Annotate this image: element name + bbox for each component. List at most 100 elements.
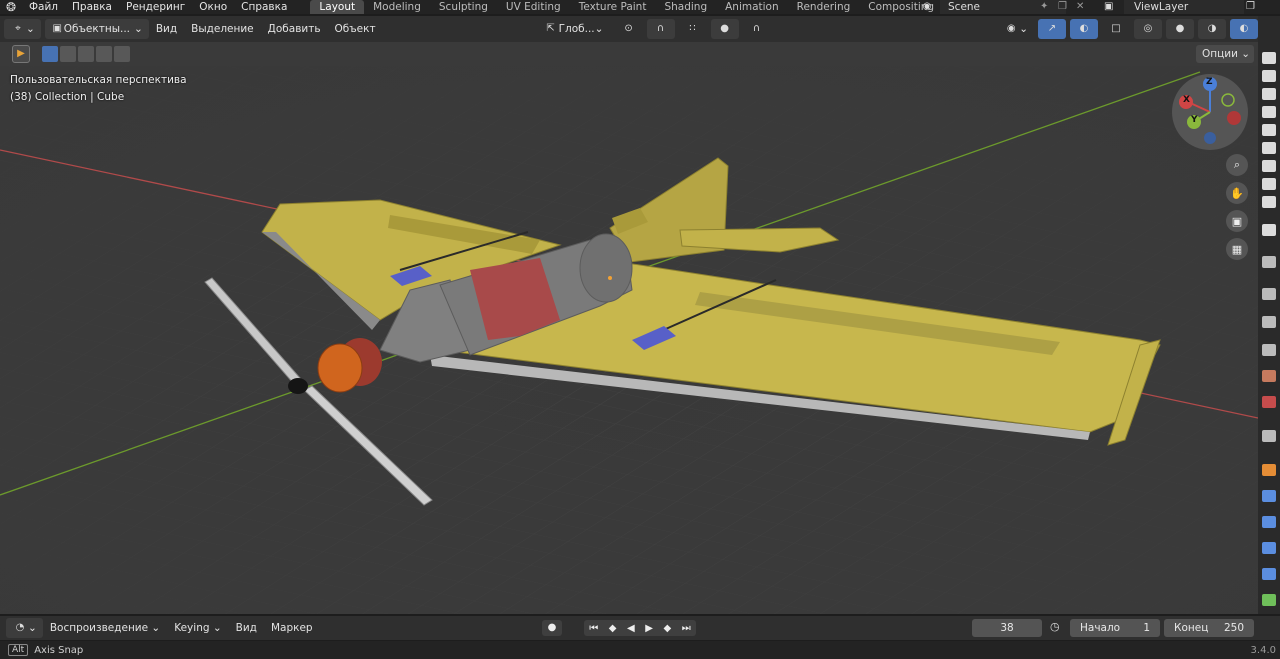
menu-window[interactable]: Окно [192,0,234,14]
falloff-button[interactable]: ∩ [743,19,771,39]
tab-rendering[interactable]: Rendering [788,0,860,14]
particles-icon[interactable] [1262,516,1276,528]
menu-select[interactable]: Выделение [184,23,261,35]
marker-menu[interactable]: Маркер [264,622,320,634]
play-reverse-icon[interactable]: ◀ [627,623,635,634]
3d-viewport[interactable]: Пользовательская перспектива (38) Collec… [0,66,1258,614]
snap-grid-icon: ∷ [689,23,696,34]
camera-icon[interactable] [1262,88,1276,100]
play-icon[interactable]: ▶ [645,623,653,634]
menu-add[interactable]: Добавить [261,23,328,35]
new-view-layer-icon[interactable]: ❐ [1246,0,1255,14]
object-props-icon[interactable] [1262,464,1276,476]
overlay-toggle[interactable]: ◐ [1070,19,1098,39]
view-layer-props-icon[interactable] [1262,344,1276,356]
timeline-editor-type-button[interactable]: ◔ ⌄ [6,618,43,638]
menu-render[interactable]: Рендеринг [119,0,192,14]
motor [317,343,363,393]
jump-start-icon[interactable]: ⏮ [589,623,598,634]
tool-icon[interactable] [1262,224,1276,236]
xray-toggle[interactable]: □ [1102,19,1130,39]
overlay-icon: ◐ [1079,23,1089,34]
tab-texture-paint[interactable]: Texture Paint [570,0,656,14]
menu-view[interactable]: Вид [149,23,184,35]
jump-end-icon[interactable]: ⏭ [682,623,691,634]
snap-target-button[interactable]: ∷ [679,19,707,39]
camera-icon[interactable] [1262,124,1276,136]
collection-icon[interactable] [1262,430,1276,442]
new-scene-icon[interactable]: ❐ [1058,0,1067,14]
camera-icon[interactable] [1262,142,1276,154]
camera-icon[interactable] [1262,106,1276,118]
gizmo-toggle[interactable]: ↗ [1038,19,1066,39]
tab-layout[interactable]: Layout [310,0,365,14]
camera-icon[interactable] [1262,196,1276,208]
data-icon[interactable] [1262,594,1276,606]
blender-logo-icon[interactable]: ❂ [0,0,22,14]
tab-sculpting[interactable]: Sculpting [430,0,497,14]
tab-shading[interactable]: Shading [655,0,716,14]
output-icon[interactable] [1262,316,1276,328]
menu-edit[interactable]: Правка [65,0,119,14]
navigation-gizmo[interactable]: Z X Y [1172,74,1248,150]
select-tool-icon[interactable]: ▶ [12,45,30,63]
editor-type-button[interactable]: ⌖ ⌄ [4,19,41,39]
select-mode-intersect-icon[interactable] [114,46,130,62]
snap-toggle[interactable]: ∩ [646,19,675,39]
world-icon[interactable] [1262,396,1276,408]
prev-keyframe-icon[interactable]: ◆ [609,623,617,634]
pivot-point-button[interactable]: ⊙ [615,19,643,39]
mode-selector[interactable]: ▣ Объектны... ⌄ [44,19,149,39]
shading-solid-button[interactable]: ● [1166,19,1194,39]
constraints-icon[interactable] [1262,568,1276,580]
pan-hand-icon[interactable]: ✋ [1226,182,1248,204]
select-mode-subtract-icon[interactable] [78,46,94,62]
menu-object[interactable]: Объект [328,23,383,35]
editor-type-icon: ⌖ [15,23,21,34]
wrench-icon[interactable] [1262,256,1276,268]
physics-icon[interactable] [1262,542,1276,554]
collection-info-label: (38) Collection | Cube [10,91,125,103]
keying-menu[interactable]: Keying ⌄ [167,622,228,634]
record-button[interactable]: ● [542,620,562,636]
playback-menu[interactable]: Воспроизведение ⌄ [43,622,167,634]
view-layer-selector[interactable]: ViewLayer [1124,0,1244,14]
proportional-edit-toggle[interactable]: ● [710,19,739,39]
select-mode-extend-icon[interactable] [60,46,76,62]
render-icon[interactable] [1262,288,1276,300]
shading-rendered-button[interactable]: ◐ [1230,19,1258,39]
camera-icon[interactable] [1262,160,1276,172]
tab-modeling[interactable]: Modeling [364,0,430,14]
pin-scene-icon[interactable]: ✦ [1040,0,1048,14]
render-layer-icon[interactable] [1262,52,1276,64]
scene-icon[interactable]: ◉ [916,0,938,14]
transform-orientation-selector[interactable]: ⇱ Глоб... ⌄ [537,19,611,39]
select-mode-invert-icon[interactable] [96,46,112,62]
view-layer-name: ViewLayer [1134,1,1189,13]
modifier-wrench-icon[interactable] [1262,490,1276,502]
start-frame-field[interactable]: Начало 1 [1070,619,1160,637]
delete-scene-icon[interactable]: ✕ [1076,0,1084,14]
camera-icon[interactable] [1262,70,1276,82]
camera-view-icon[interactable]: ▣ [1226,210,1248,232]
menu-file[interactable]: Файл [22,0,65,14]
select-mode-new-icon[interactable] [42,46,58,62]
tab-animation[interactable]: Animation [716,0,788,14]
view-layer-icon[interactable]: ▣ [1104,0,1113,14]
timeline-view-menu[interactable]: Вид [229,622,264,634]
perspective-grid-icon[interactable]: ▦ [1226,238,1248,260]
end-frame-field[interactable]: Конец 250 [1164,619,1254,637]
stopwatch-icon[interactable]: ◷ [1050,620,1060,633]
zoom-icon[interactable]: ⌕ [1226,154,1248,176]
chevron-down-icon: ⌄ [134,23,143,35]
options-dropdown[interactable]: Опции ⌄ [1196,45,1254,63]
visibility-button[interactable]: ◉ ⌄ [997,19,1034,39]
current-frame-field[interactable]: 38 [972,619,1042,637]
tab-uv-editing[interactable]: UV Editing [497,0,570,14]
camera-icon[interactable] [1262,178,1276,190]
shading-wireframe-button[interactable]: ◎ [1134,19,1162,39]
scene-props-icon[interactable] [1262,370,1276,382]
menu-help[interactable]: Справка [234,0,294,14]
shading-material-button[interactable]: ◑ [1198,19,1226,39]
next-keyframe-icon[interactable]: ◆ [664,623,672,634]
